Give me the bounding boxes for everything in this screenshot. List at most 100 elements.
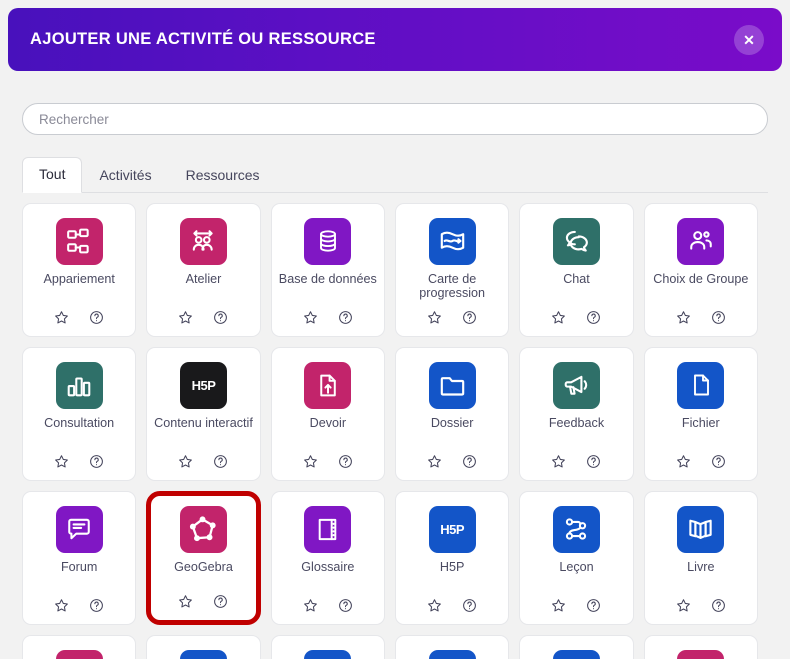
activity-card[interactable]: Forum	[22, 490, 137, 625]
star-outline-icon[interactable]	[178, 310, 193, 325]
activity-card[interactable]	[270, 634, 385, 659]
activity-card[interactable]: Base de données	[270, 202, 385, 337]
add-activity-modal: Ajouter une activité ou ressource ✕ Tout…	[0, 0, 790, 659]
question-circle-icon[interactable]	[338, 598, 353, 613]
question-circle-icon[interactable]	[711, 454, 726, 469]
activity-card[interactable]: Dossier	[395, 346, 510, 481]
star-outline-icon[interactable]	[54, 454, 69, 469]
star-outline-icon[interactable]	[178, 594, 193, 609]
star-outline-icon[interactable]	[303, 454, 318, 469]
activity-card-label: Contenu interactif	[154, 415, 253, 430]
star-outline-icon[interactable]	[303, 598, 318, 613]
star-outline-icon[interactable]	[551, 454, 566, 469]
activity-card-label: Fichier	[681, 415, 720, 430]
activity-card-label: Forum	[60, 559, 98, 574]
activity-card-label: Livre	[687, 559, 715, 574]
star-outline-icon[interactable]	[551, 310, 566, 325]
activity-card[interactable]	[519, 634, 634, 659]
sitemap-icon	[55, 217, 103, 265]
star-outline-icon[interactable]	[427, 454, 442, 469]
activity-card[interactable]: H5P H5P	[395, 490, 510, 625]
star-outline-icon[interactable]	[551, 598, 566, 613]
question-circle-icon[interactable]	[213, 454, 228, 469]
activity-card[interactable]	[395, 634, 510, 659]
activity-card[interactable]: GeoGebra	[146, 490, 261, 625]
polygon-icon	[179, 505, 227, 553]
activity-card[interactable]: Appariement	[22, 202, 137, 337]
book-open-icon	[677, 505, 725, 553]
activity-card-label: Carte de progression	[419, 271, 486, 300]
close-icon[interactable]: ✕	[734, 24, 764, 55]
activity-card[interactable]: Carte de progression	[395, 202, 510, 337]
activity-card[interactable]: Glossaire	[270, 490, 385, 625]
modal-header: Ajouter une activité ou ressource ✕	[8, 8, 782, 71]
forum-bubble-icon	[55, 505, 103, 553]
star-outline-icon[interactable]	[676, 310, 691, 325]
file-icon	[677, 361, 725, 409]
activity-card[interactable]: Devoir	[270, 346, 385, 481]
question-circle-icon[interactable]	[462, 598, 477, 613]
activity-card[interactable]	[643, 634, 758, 659]
activity-card-actions	[54, 310, 104, 325]
star-outline-icon[interactable]	[178, 454, 193, 469]
activity-grid-scroll[interactable]: Appariement Atelier Base de données Carte d…	[22, 193, 768, 659]
activity-card[interactable]: Chat	[519, 202, 634, 337]
question-circle-icon[interactable]	[338, 310, 353, 325]
activity-card[interactable]: Leçon	[519, 490, 634, 625]
activity-card[interactable]: H5P Contenu interactif	[146, 346, 261, 481]
assignment-upload-icon	[304, 361, 352, 409]
activity-card-actions	[54, 454, 104, 469]
star-outline-icon[interactable]	[427, 310, 442, 325]
activity-card[interactable]: Choix de Groupe	[643, 202, 758, 337]
question-circle-icon[interactable]	[462, 454, 477, 469]
activity-card-actions	[427, 310, 477, 325]
star-outline-icon[interactable]	[676, 598, 691, 613]
activity-card[interactable]	[22, 634, 137, 659]
question-circle-icon[interactable]	[89, 598, 104, 613]
tab-ressources[interactable]: Ressources	[169, 158, 277, 193]
activity-card-label: Appariement	[43, 271, 115, 286]
h5p-logo-icon: H5P	[179, 361, 227, 409]
megaphone-icon	[552, 361, 600, 409]
activity-card-actions	[303, 598, 353, 613]
tab-tout[interactable]: Tout	[22, 157, 83, 193]
question-circle-icon[interactable]	[586, 454, 601, 469]
tab-bar: Tout Activités Ressources	[22, 157, 768, 193]
activity-card-actions	[427, 598, 477, 613]
activity-card-label: Devoir	[309, 415, 347, 430]
star-outline-icon[interactable]	[676, 454, 691, 469]
question-circle-icon[interactable]	[711, 310, 726, 325]
question-circle-icon[interactable]	[89, 454, 104, 469]
activity-card[interactable]: Livre	[643, 490, 758, 625]
question-circle-icon[interactable]	[586, 310, 601, 325]
activity-card-label: Consultation	[44, 415, 115, 430]
search-input[interactable]	[22, 103, 768, 135]
activity-card-actions	[178, 310, 228, 325]
activity-card-label: Leçon	[559, 559, 594, 574]
activity-card[interactable]	[146, 634, 261, 659]
question-circle-icon[interactable]	[213, 594, 228, 609]
question-circle-icon[interactable]	[462, 310, 477, 325]
star-outline-icon[interactable]	[303, 310, 318, 325]
notebook-icon	[304, 505, 352, 553]
star-outline-icon[interactable]	[54, 310, 69, 325]
star-outline-icon[interactable]	[427, 598, 442, 613]
question-circle-icon[interactable]	[213, 310, 228, 325]
activity-card-actions	[676, 310, 726, 325]
activity-card-label: H5P	[439, 559, 465, 574]
activity-card[interactable]: Atelier	[146, 202, 261, 337]
page-icon	[428, 649, 476, 659]
question-circle-icon[interactable]	[711, 598, 726, 613]
activity-card-actions	[303, 310, 353, 325]
lesson-nodes-icon	[552, 505, 600, 553]
question-circle-icon[interactable]	[89, 310, 104, 325]
activity-card[interactable]: Feedback	[519, 346, 634, 481]
question-circle-icon[interactable]	[586, 598, 601, 613]
page-title: Ajouter une activité ou ressource	[30, 30, 376, 48]
star-outline-icon[interactable]	[54, 598, 69, 613]
pin-icon	[179, 649, 227, 659]
activity-card[interactable]: Fichier	[643, 346, 758, 481]
tab-activites[interactable]: Activités	[82, 158, 168, 193]
question-circle-icon[interactable]	[338, 454, 353, 469]
activity-card[interactable]: Consultation	[22, 346, 137, 481]
